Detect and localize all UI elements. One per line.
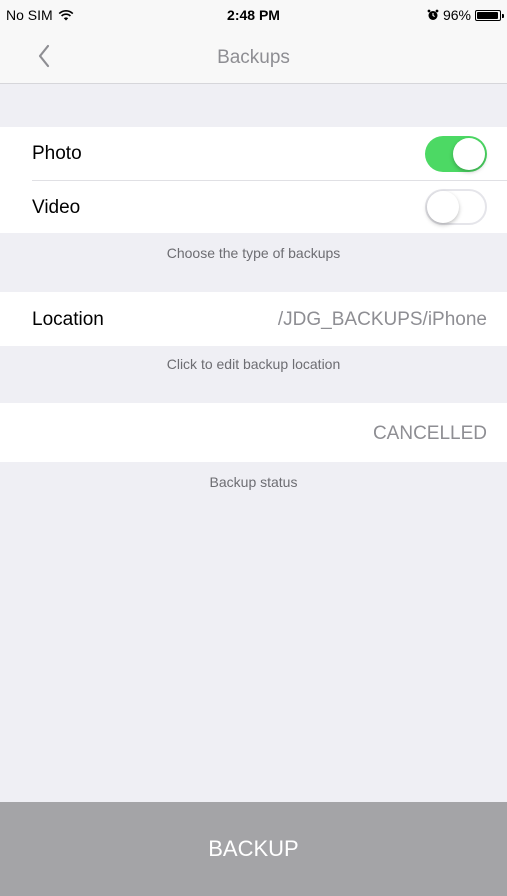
toggle-knob [453, 138, 485, 170]
toggle-knob [427, 191, 459, 223]
video-toggle[interactable] [425, 189, 487, 225]
backup-button[interactable]: BACKUP [0, 802, 507, 896]
video-row: Video [0, 181, 507, 233]
video-label: Video [32, 197, 81, 218]
page-title: Backups [217, 47, 290, 68]
backup-status-row: CANCELLED [0, 403, 507, 462]
photo-label: Photo [32, 143, 82, 164]
photo-toggle[interactable] [425, 136, 487, 172]
backup-status-caption: Backup status [209, 474, 298, 490]
location-label: Location [32, 309, 104, 330]
navigation-bar: Backups [0, 30, 507, 84]
battery-icon [475, 9, 504, 21]
location-caption: Click to edit backup location [166, 356, 341, 372]
backup-type-caption: Choose the type of backups [166, 245, 341, 261]
status-right: 96% [427, 7, 504, 23]
location-row[interactable]: Location /JDG_BACKUPS/iPhone [0, 292, 507, 346]
photo-row: Photo [0, 127, 507, 181]
backup-button-label: BACKUP [208, 836, 299, 861]
backup-status-value: CANCELLED [372, 423, 487, 444]
battery-percent: 96% [442, 7, 471, 23]
alarm-icon [427, 9, 439, 20]
location-value: /JDG_BACKUPS/iPhone [277, 309, 487, 330]
status-bar: No SIM 2:48 PM 96% [0, 0, 507, 30]
